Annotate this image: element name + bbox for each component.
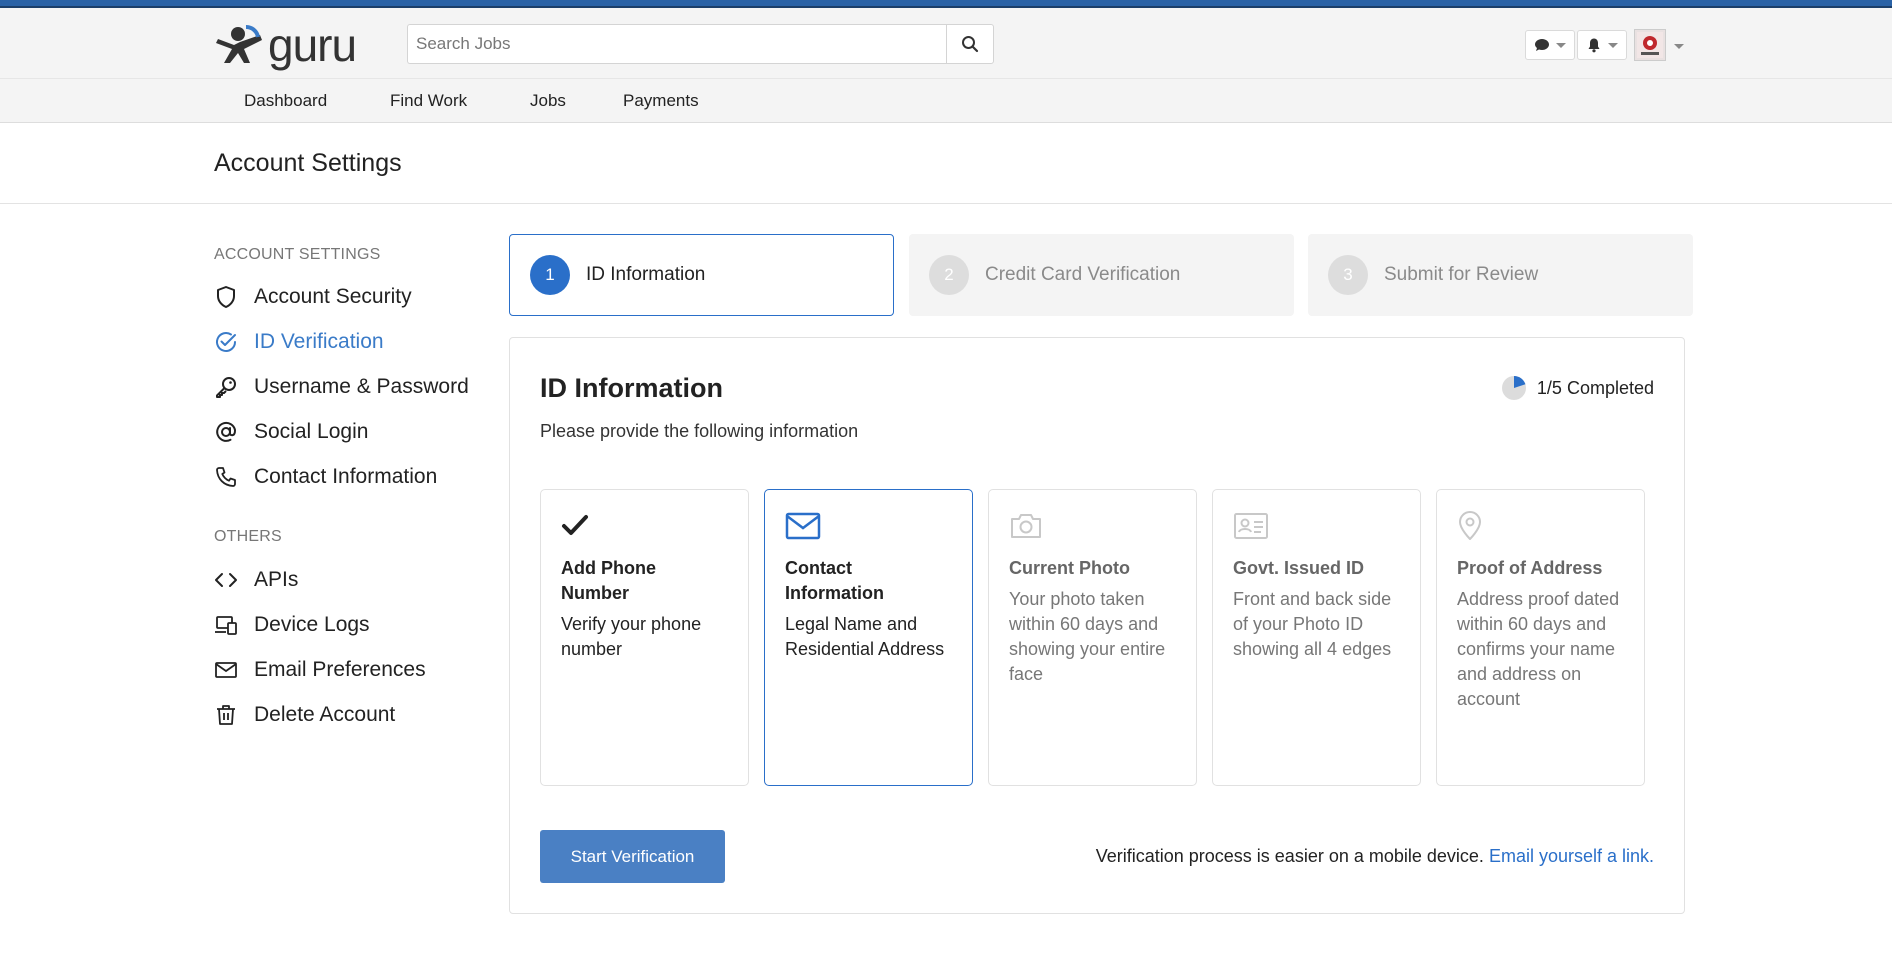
top-accent-bar bbox=[0, 0, 1892, 8]
card-add-phone-number[interactable]: Add Phone Number Verify your phone numbe… bbox=[540, 489, 749, 786]
card-govt-issued-id[interactable]: Govt. Issued ID Front and back side of y… bbox=[1212, 489, 1421, 786]
card-title: Add Phone Number bbox=[561, 558, 656, 603]
card-description: Address proof dated within 60 days and c… bbox=[1457, 589, 1620, 709]
map-pin-icon bbox=[1457, 510, 1624, 542]
key-icon bbox=[214, 375, 238, 399]
step-number: 3 bbox=[1328, 255, 1368, 295]
sidebar-item-delete-account[interactable]: Delete Account bbox=[214, 700, 395, 730]
check-circle-icon bbox=[214, 330, 238, 354]
avatar[interactable] bbox=[1634, 29, 1666, 61]
brand-name: guru bbox=[268, 19, 357, 71]
step-label: Credit Card Verification bbox=[985, 264, 1181, 285]
nav-jobs[interactable]: Jobs bbox=[530, 91, 566, 111]
profile-image-icon bbox=[1637, 32, 1663, 58]
progress-pie-icon bbox=[1501, 376, 1526, 400]
sidebar-item-email-preferences[interactable]: Email Preferences bbox=[214, 655, 426, 685]
search-input[interactable] bbox=[407, 24, 946, 64]
nav-find-work[interactable]: Find Work bbox=[390, 91, 467, 111]
messages-button[interactable] bbox=[1525, 30, 1575, 60]
completion-progress: 1/5 Completed bbox=[1501, 375, 1654, 401]
step-number: 2 bbox=[929, 255, 969, 295]
page-header: Account Settings bbox=[0, 123, 1892, 204]
camera-icon bbox=[1009, 510, 1176, 542]
sidebar-heading-account-settings: ACCOUNT SETTINGS bbox=[214, 246, 381, 263]
mobile-note-text: Verification process is easier on a mobi… bbox=[1095, 846, 1484, 866]
chevron-down-icon bbox=[1608, 42, 1618, 48]
trash-icon bbox=[214, 703, 238, 727]
sidebar-heading-others: OTHERS bbox=[214, 528, 282, 545]
step-submit-for-review: 3 Submit for Review bbox=[1308, 234, 1693, 316]
nav-dashboard[interactable]: Dashboard bbox=[244, 91, 327, 111]
sidebar-item-label: APIs bbox=[254, 568, 299, 591]
sidebar-item-label: Contact Information bbox=[254, 465, 438, 488]
sidebar-item-label: Email Preferences bbox=[254, 658, 426, 681]
sidebar-item-label: ID Verification bbox=[254, 330, 384, 353]
card-description: Front and back side of your Photo ID sho… bbox=[1233, 589, 1392, 659]
nav-payments[interactable]: Payments bbox=[623, 91, 699, 111]
sidebar-item-label: Username & Password bbox=[254, 375, 469, 398]
search-bar bbox=[407, 24, 994, 64]
phone-icon bbox=[214, 465, 238, 489]
sidebar-item-account-security[interactable]: Account Security bbox=[214, 282, 412, 312]
email-yourself-link[interactable]: Email yourself a link. bbox=[1489, 846, 1654, 866]
panel-title: ID Information bbox=[540, 373, 723, 403]
mobile-device-note: Verification process is easier on a mobi… bbox=[1096, 846, 1654, 867]
mail-icon bbox=[785, 510, 952, 542]
card-title: Current Photo bbox=[1009, 558, 1130, 578]
step-label: Submit for Review bbox=[1384, 264, 1539, 285]
sidebar-item-label: Account Security bbox=[254, 285, 412, 308]
card-proof-of-address[interactable]: Proof of Address Address proof dated wit… bbox=[1436, 489, 1645, 786]
header: guru bbox=[0, 8, 1892, 78]
sidebar-item-social-login[interactable]: Social Login bbox=[214, 417, 368, 447]
checkmark-icon bbox=[561, 510, 728, 542]
sidebar-item-apis[interactable]: APIs bbox=[214, 565, 298, 595]
search-button[interactable] bbox=[946, 24, 994, 64]
card-current-photo[interactable]: Current Photo Your photo taken within 60… bbox=[988, 489, 1197, 786]
step-number: 1 bbox=[530, 255, 570, 295]
card-description: Your photo taken within 60 days and show… bbox=[1009, 589, 1166, 684]
progress-text: 1/5 Completed bbox=[1536, 377, 1654, 398]
card-title: Govt. Issued ID bbox=[1233, 558, 1365, 578]
step-label: ID Information bbox=[586, 264, 706, 285]
mail-icon bbox=[214, 658, 238, 682]
card-description: Legal Name and Residential Address bbox=[785, 614, 945, 659]
sidebar-item-contact-information[interactable]: Contact Information bbox=[214, 462, 437, 492]
card-description: Verify your phone number bbox=[561, 614, 702, 659]
devices-icon bbox=[214, 613, 238, 637]
sidebar-item-id-verification[interactable]: ID Verification bbox=[214, 327, 384, 357]
at-icon bbox=[214, 420, 238, 444]
card-contact-information[interactable]: Contact Information Legal Name and Resid… bbox=[764, 489, 973, 786]
bell-icon bbox=[1588, 38, 1600, 53]
chat-bubble-icon bbox=[1535, 39, 1549, 51]
main-nav: Dashboard Find Work Jobs Payments bbox=[0, 78, 1892, 123]
step-id-information[interactable]: 1 ID Information bbox=[509, 234, 894, 316]
guru-logo[interactable]: guru bbox=[214, 22, 379, 68]
code-icon bbox=[214, 568, 238, 592]
chevron-down-icon bbox=[1556, 42, 1566, 48]
avatar-chevron-down-icon[interactable] bbox=[1674, 44, 1684, 49]
search-icon bbox=[962, 36, 979, 53]
sidebar-item-label: Device Logs bbox=[254, 613, 370, 636]
sidebar-item-label: Social Login bbox=[254, 420, 369, 443]
id-card-icon bbox=[1233, 510, 1400, 542]
shield-icon bbox=[214, 285, 238, 309]
sidebar-item-device-logs[interactable]: Device Logs bbox=[214, 610, 370, 640]
card-title: Proof of Address bbox=[1457, 558, 1603, 578]
panel-subtitle: Please provide the following information bbox=[540, 421, 859, 441]
page-title: Account Settings bbox=[214, 149, 402, 177]
id-information-panel: ID Information Please provide the follow… bbox=[509, 337, 1685, 914]
notifications-button[interactable] bbox=[1577, 30, 1627, 60]
start-verification-button[interactable]: Start Verification bbox=[540, 830, 725, 883]
guru-logo-mark-icon bbox=[216, 25, 262, 63]
step-credit-card-verification: 2 Credit Card Verification bbox=[909, 234, 1294, 316]
sidebar-item-username-password[interactable]: Username & Password bbox=[214, 372, 469, 402]
sidebar-item-label: Delete Account bbox=[254, 703, 396, 726]
card-title: Contact Information bbox=[785, 558, 884, 603]
